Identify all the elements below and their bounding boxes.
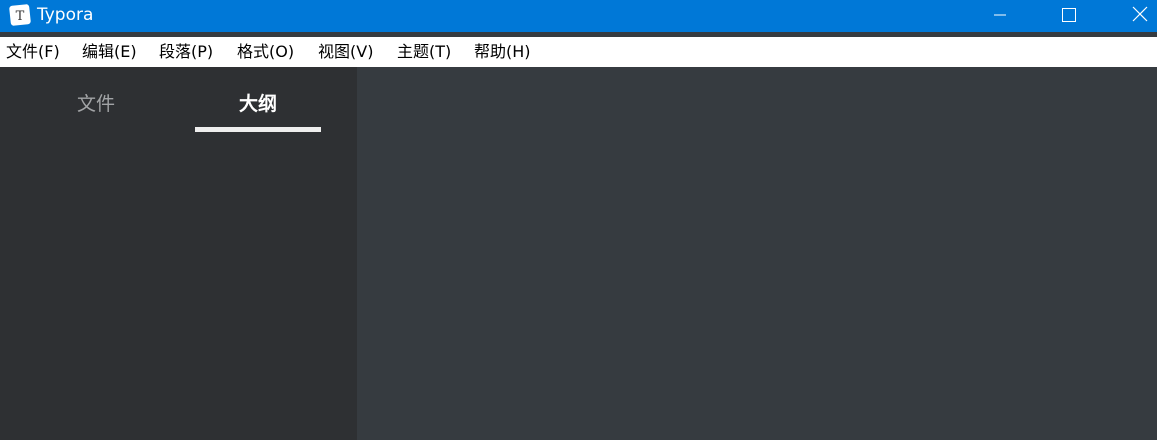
typora-logo-icon: T (9, 4, 31, 26)
maximize-icon (1062, 7, 1076, 26)
minimize-button[interactable] (977, 0, 1023, 32)
close-icon (1132, 6, 1148, 26)
menu-paragraph[interactable]: 段落(P) (159, 42, 213, 62)
sidebar: 文件 大纲 (0, 67, 357, 440)
menu-themes[interactable]: 主题(T) (397, 42, 451, 62)
svg-text:T: T (16, 9, 25, 24)
menu-edit[interactable]: 编辑(E) (82, 42, 137, 62)
editor-area[interactable] (357, 67, 1157, 440)
menu-view[interactable]: 视图(V) (318, 42, 373, 62)
tab-outline[interactable]: 大纲 (195, 91, 321, 117)
menu-format[interactable]: 格式(O) (237, 42, 294, 62)
close-button[interactable] (1117, 0, 1157, 32)
menu-bar: 文件(F) 编辑(E) 段落(P) 格式(O) 视图(V) 主题(T) 帮助(H… (0, 37, 1157, 67)
menu-help[interactable]: 帮助(H) (474, 42, 531, 62)
active-tab-indicator (195, 127, 321, 132)
menu-file[interactable]: 文件(F) (6, 42, 60, 62)
minimize-icon (993, 7, 1007, 26)
typora-window: T Typora 文件(F) 编辑(E) 段落(P) 格式(O) 视图(V) 主… (0, 0, 1157, 440)
title-bar: T Typora (0, 0, 1157, 32)
window-title: Typora (37, 5, 94, 25)
tab-files[interactable]: 文件 (33, 91, 159, 117)
maximize-button[interactable] (1046, 0, 1092, 32)
